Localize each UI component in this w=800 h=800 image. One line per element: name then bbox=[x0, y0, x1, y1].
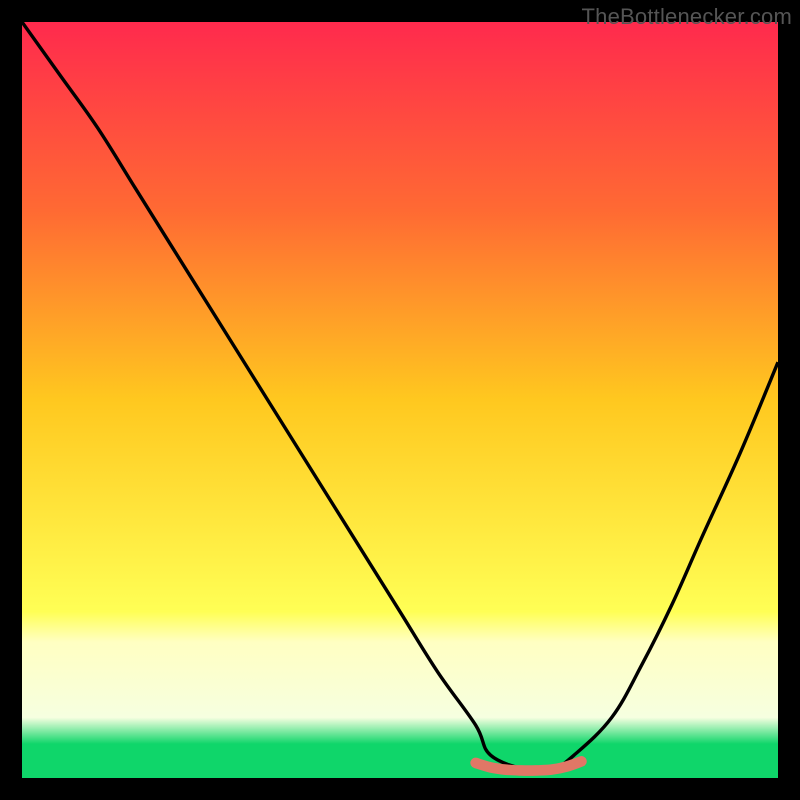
chart-container bbox=[22, 22, 778, 778]
bottleneck-chart bbox=[22, 22, 778, 778]
plot-background bbox=[22, 22, 778, 778]
watermark-text: TheBottlenecker.com bbox=[582, 4, 792, 30]
